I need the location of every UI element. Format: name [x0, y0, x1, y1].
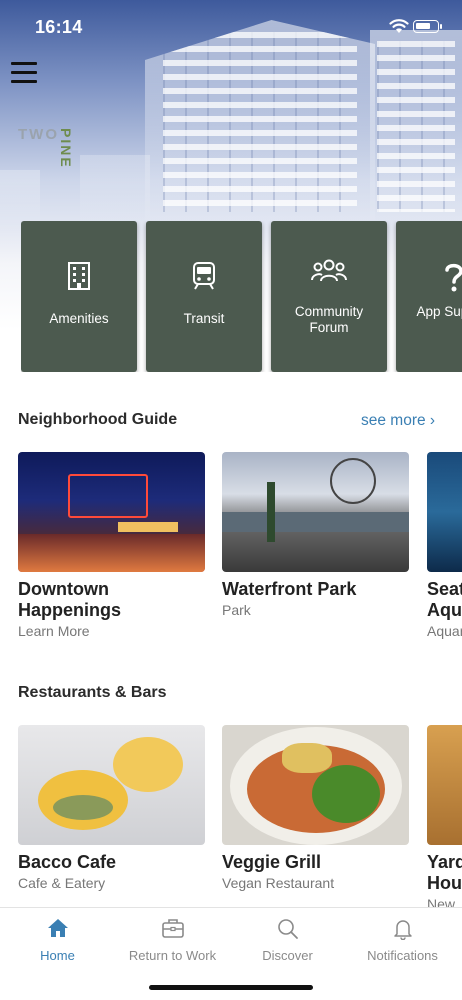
home-indicator	[149, 985, 313, 990]
eggs-benedict-photo	[18, 725, 205, 845]
tile-label: Amenities	[49, 311, 109, 326]
card-subtitle: Vegan Restaurant	[222, 875, 335, 891]
card-subtitle: Aquarium	[427, 623, 462, 639]
restaurant-card-yard-house[interactable]: Yard House New American	[427, 725, 462, 928]
status-time: 16:14	[35, 17, 83, 37]
status-bar: 16:14	[0, 0, 462, 54]
building-icon	[68, 262, 90, 290]
building-image	[80, 155, 150, 225]
wifi-icon	[389, 19, 409, 33]
tab-discover[interactable]: Discover	[230, 908, 345, 978]
veggie-bowl-photo	[222, 725, 409, 845]
card-subtitle: Park	[222, 602, 251, 618]
guide-card-aquarium[interactable]: Seattle Aquarium Aquarium	[427, 452, 462, 639]
card-title: Veggie Grill	[222, 852, 322, 872]
section-title-neighborhood-guide: Neighborhood Guide	[18, 411, 178, 428]
tab-notifications[interactable]: Notifications	[345, 908, 460, 978]
tile-app-support[interactable]: App Support	[396, 221, 462, 372]
search-icon	[277, 919, 298, 939]
tile-label: Transit	[183, 311, 225, 326]
home-icon	[47, 919, 68, 937]
card-title: Bacco Cafe	[18, 852, 117, 872]
see-more-link[interactable]: see more ›	[361, 412, 435, 430]
guide-card-downtown[interactable]: Downtown Happenings Learn More	[18, 452, 205, 639]
card-title: Seattle Aquarium	[427, 579, 462, 620]
restaurant-card-veggie-grill[interactable]: Veggie Grill Vegan Restaurant	[222, 725, 409, 891]
waterfront-photo	[222, 452, 409, 572]
card-title: Downtown Happenings	[18, 579, 122, 620]
tile-label: App Support	[416, 304, 462, 319]
question-icon	[445, 263, 462, 292]
battery-icon	[413, 20, 442, 33]
building-image	[370, 30, 462, 220]
hamburger-menu-button[interactable]	[11, 62, 37, 84]
bell-icon	[393, 920, 412, 940]
logo-word-two: TWO	[18, 126, 59, 143]
tile-label: Community Forum	[294, 304, 364, 335]
tile-community-forum[interactable]: Community Forum	[271, 221, 387, 372]
restaurant-card-bacco-cafe[interactable]: Bacco Cafe Cafe & Eatery	[18, 725, 205, 891]
brand-logo: TWO PINE	[18, 124, 88, 174]
card-title: Yard House	[427, 852, 462, 893]
guide-card-waterfront-park[interactable]: Waterfront Park Park	[222, 452, 409, 618]
tab-label: Notifications	[367, 948, 438, 963]
aquarium-photo	[427, 452, 462, 572]
train-icon	[193, 262, 215, 290]
tab-return-to-work[interactable]: Return to Work	[115, 908, 230, 978]
tile-amenities[interactable]: Amenities	[21, 221, 137, 372]
card-subtitle: Learn More	[18, 623, 90, 639]
card-title: Waterfront Park	[222, 579, 357, 599]
people-icon	[311, 259, 347, 282]
briefcase-icon	[161, 919, 184, 938]
tab-label: Return to Work	[128, 948, 217, 963]
market-photo	[18, 452, 205, 572]
section-title-restaurants: Restaurants & Bars	[18, 684, 167, 701]
fries-photo	[427, 725, 462, 845]
tab-home[interactable]: Home	[0, 908, 115, 978]
logo-word-pine: PINE	[58, 128, 74, 169]
tab-label: Discover	[262, 948, 313, 963]
card-subtitle: Cafe & Eatery	[18, 875, 106, 891]
tile-transit[interactable]: Transit	[146, 221, 262, 372]
tab-label: Home	[40, 948, 75, 963]
quick-links: Amenities Transit Community Forum App Su	[21, 221, 462, 372]
